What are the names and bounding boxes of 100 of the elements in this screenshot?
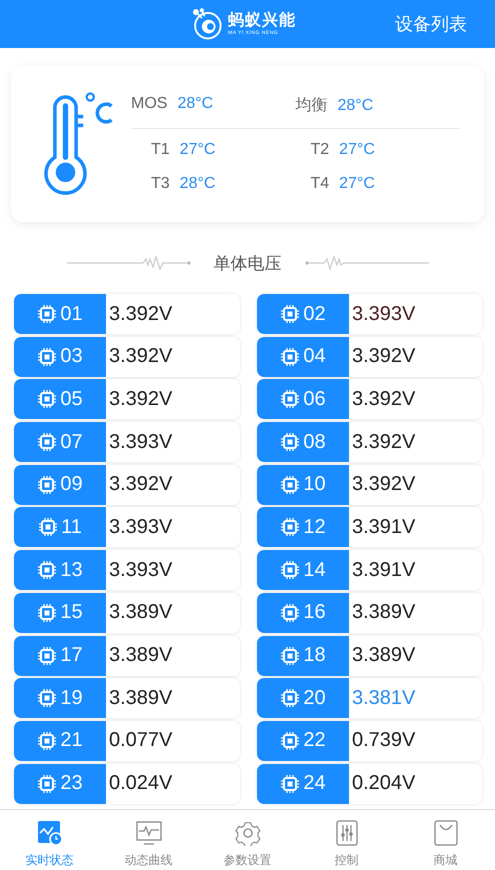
chip-icon bbox=[280, 389, 300, 410]
cell-label: 11 bbox=[14, 507, 106, 548]
temperature-value: 28°C bbox=[177, 95, 214, 113]
temperature-label: T1 bbox=[151, 141, 170, 159]
cell-voltage: 3.392V bbox=[108, 302, 172, 326]
cell-voltage: 3.391V bbox=[351, 558, 416, 583]
cell-label: 01 bbox=[14, 294, 106, 334]
chip-icon bbox=[280, 602, 300, 623]
cell-voltage: 3.393V bbox=[351, 302, 416, 326]
logo-name: 蚂蚁兴能 bbox=[228, 12, 296, 30]
cell-label: 14 bbox=[257, 550, 349, 590]
temperature-label: 均衡 bbox=[296, 96, 328, 116]
cell-label: 16 bbox=[257, 592, 349, 633]
cell-voltage: 3.389V bbox=[108, 643, 172, 668]
cell-label: 19 bbox=[14, 678, 106, 718]
cell-voltage: 0.024V bbox=[108, 771, 172, 796]
cell-voltage: 3.389V bbox=[351, 643, 416, 668]
cell-label: 12 bbox=[257, 507, 349, 548]
chip-icon bbox=[37, 474, 58, 495]
cell-voltage: 3.392V bbox=[351, 386, 416, 412]
cell-voltage: 3.381V bbox=[351, 686, 416, 711]
cell-label: 13 bbox=[14, 550, 106, 590]
sliders-icon bbox=[334, 820, 360, 846]
temperature-label: T3 bbox=[151, 175, 170, 193]
logo-icon bbox=[190, 7, 224, 41]
cell-voltage: 3.392V bbox=[108, 472, 172, 498]
cell-label: 18 bbox=[257, 636, 349, 676]
temperature-value: 28°C bbox=[338, 97, 374, 115]
cell-voltage: 0.077V bbox=[108, 728, 172, 754]
cell-label: 07 bbox=[14, 422, 106, 462]
tab[interactable]: 控制 bbox=[297, 810, 396, 870]
cell-label: 08 bbox=[257, 422, 349, 462]
cell-voltage: 0.739V bbox=[351, 728, 416, 754]
chip-icon bbox=[37, 389, 58, 410]
cell-voltage: 0.204V bbox=[351, 771, 416, 796]
chip-icon bbox=[37, 304, 58, 324]
cell-label: 10 bbox=[257, 464, 349, 505]
chip-icon bbox=[37, 602, 58, 623]
cell-voltage: 3.392V bbox=[351, 430, 416, 455]
chip-icon bbox=[37, 560, 58, 580]
chip-icon bbox=[280, 346, 300, 367]
cell-label: 23 bbox=[14, 764, 106, 804]
chip-icon bbox=[38, 517, 58, 538]
chip-icon bbox=[280, 304, 300, 324]
temperature-label: T4 bbox=[310, 175, 330, 193]
chip-icon bbox=[280, 688, 300, 708]
cell-label: 04 bbox=[257, 336, 349, 377]
cell-voltage: 3.392V bbox=[108, 344, 172, 370]
tab[interactable]: 商城 bbox=[396, 810, 495, 870]
cell-label: 06 bbox=[257, 379, 349, 420]
chip-icon bbox=[37, 432, 58, 452]
cell-voltage: 3.393V bbox=[108, 514, 172, 540]
bag-icon bbox=[432, 820, 458, 846]
cell-voltage: 3.392V bbox=[351, 344, 416, 370]
section-title: 单体电压 bbox=[214, 252, 282, 274]
temperature-value: 27°C bbox=[339, 141, 375, 159]
cell-voltage: 3.389V bbox=[108, 600, 172, 626]
pulse-line-icon bbox=[304, 255, 428, 271]
chip-icon bbox=[280, 774, 300, 794]
chip-icon bbox=[280, 730, 300, 751]
cell-label: 05 bbox=[14, 379, 106, 420]
chart-clock-icon bbox=[36, 820, 62, 846]
cell-voltage: 3.392V bbox=[108, 386, 172, 412]
temperature-label: MOS bbox=[131, 95, 168, 113]
tab[interactable]: 参数设置 bbox=[198, 810, 297, 870]
cell-label: 21 bbox=[14, 720, 106, 761]
cell-label: 03 bbox=[14, 336, 106, 377]
chip-icon bbox=[37, 774, 58, 794]
cell-voltage: 3.389V bbox=[351, 600, 416, 626]
cell-label: 02 bbox=[257, 294, 349, 334]
cell-label: 24 bbox=[257, 764, 349, 804]
chip-icon bbox=[280, 560, 300, 580]
tab[interactable]: 动态曲线 bbox=[99, 810, 198, 870]
temperature-value: 27°C bbox=[180, 141, 216, 159]
cell-voltage: 3.392V bbox=[351, 472, 416, 498]
cell-voltage: 3.391V bbox=[351, 514, 416, 540]
temperature-label: T2 bbox=[310, 141, 330, 159]
cell-label: 09 bbox=[14, 464, 106, 505]
cell-voltage: 3.389V bbox=[108, 686, 172, 711]
device-list-button[interactable]: 设备列表 bbox=[395, 12, 467, 36]
chip-icon bbox=[280, 517, 300, 538]
cell-label: 20 bbox=[257, 678, 349, 718]
cell-label: 15 bbox=[14, 592, 106, 633]
chip-icon bbox=[37, 730, 58, 751]
monitor-icon bbox=[136, 820, 162, 846]
temperature-value: 28°C bbox=[180, 175, 216, 193]
pulse-line-icon bbox=[66, 255, 192, 271]
temperature-value: 27°C bbox=[339, 175, 375, 193]
chip-icon bbox=[280, 646, 300, 666]
cell-voltage: 3.393V bbox=[108, 558, 172, 583]
chip-icon bbox=[37, 688, 58, 708]
cell-label: 22 bbox=[257, 720, 349, 761]
tab[interactable]: 实时状态 bbox=[0, 810, 99, 870]
chip-icon bbox=[37, 646, 58, 666]
settings-icon bbox=[234, 820, 260, 846]
cell-label: 17 bbox=[14, 636, 106, 676]
chip-icon bbox=[37, 346, 58, 367]
chip-icon bbox=[280, 474, 300, 495]
cell-voltage: 3.393V bbox=[108, 430, 172, 455]
chip-icon bbox=[280, 432, 300, 452]
